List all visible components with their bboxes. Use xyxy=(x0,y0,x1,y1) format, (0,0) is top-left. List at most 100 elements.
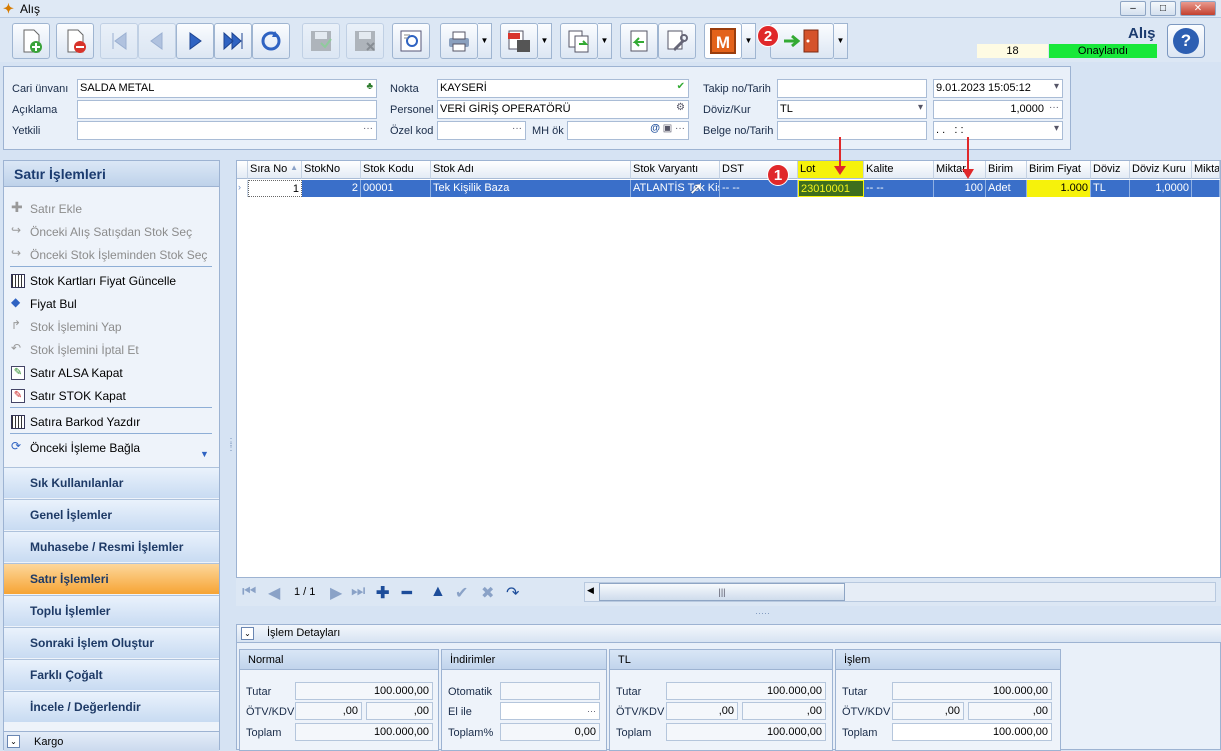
print-button[interactable] xyxy=(440,23,478,59)
col-header-stokno[interactable]: StokNo xyxy=(302,161,361,179)
nav-next-icon[interactable]: ▶ xyxy=(330,583,342,603)
cell-stokno[interactable]: 2 xyxy=(302,180,361,197)
tarih-field[interactable]: 9.01.2023 15:05:12 ▾ xyxy=(933,79,1063,98)
cell-stokkodu[interactable]: 00001 xyxy=(361,180,431,197)
first-record-button[interactable] xyxy=(100,23,138,59)
nav-genel-islemler[interactable]: Genel İşlemler xyxy=(4,499,219,530)
kur-field[interactable]: 1,0000 ··· xyxy=(933,100,1063,119)
action-fiyat-bul[interactable]: ◆ Fiyat Bul xyxy=(8,293,213,315)
cell-kalite[interactable]: -- -- xyxy=(864,180,934,197)
m-menu-dropdown[interactable]: ▼ xyxy=(742,23,756,59)
col-header-birim[interactable]: Birim xyxy=(986,161,1027,179)
save-button[interactable] xyxy=(302,23,340,59)
cell-birimfiyat[interactable]: 1.000 xyxy=(1027,180,1091,197)
help-button[interactable]: ? xyxy=(1167,24,1205,58)
nokta-field[interactable]: KAYSERİ ✔ xyxy=(437,79,689,98)
remove-row-icon[interactable]: ━ xyxy=(402,583,412,603)
cell-dst[interactable]: -- -- xyxy=(720,180,798,197)
col-header-stokadi[interactable]: Stok Adı xyxy=(431,161,631,179)
last-record-button[interactable] xyxy=(214,23,252,59)
scroll-down-icon[interactable]: ▼ xyxy=(200,449,209,459)
detail-splitter[interactable]: ····· xyxy=(755,608,770,618)
ellipsis-icon[interactable]: ··· xyxy=(1049,102,1059,113)
cell-lot[interactable]: 23010001 xyxy=(798,180,864,197)
doviz-select[interactable]: TL ▾ xyxy=(777,100,927,119)
refresh-button[interactable] xyxy=(252,23,290,59)
col-header-miktar2[interactable]: Miktar xyxy=(1192,161,1220,179)
delete-document-button[interactable] xyxy=(56,23,94,59)
previous-record-button[interactable] xyxy=(138,23,176,59)
action-satir-ekle[interactable]: ✚ Satır Ekle xyxy=(8,198,213,220)
expand-icon[interactable]: ⌄ xyxy=(7,735,20,748)
new-document-button[interactable] xyxy=(12,23,50,59)
nav-satir-islemleri[interactable]: Satır İşlemleri xyxy=(4,563,219,594)
indirim-elile[interactable]: ··· xyxy=(500,702,600,720)
pdf-button[interactable] xyxy=(500,23,538,59)
action-onceki-alis[interactable]: ↪ Önceki Alış Satışdan Stok Seç xyxy=(8,221,213,243)
nav-sik-kullanilanlar[interactable]: Sık Kullanılanlar xyxy=(4,467,219,498)
preview-button[interactable] xyxy=(392,23,430,59)
kargo-section[interactable]: ⌄ Kargo xyxy=(4,731,219,751)
nav-incele[interactable]: İncele / Değerlendir xyxy=(4,691,219,722)
minimize-button[interactable]: – xyxy=(1120,1,1146,16)
personel-field[interactable]: VERİ GİRİŞ OPERATÖRÜ ⚙ xyxy=(437,100,689,119)
col-header-dovizkuru[interactable]: Döviz Kuru xyxy=(1130,161,1192,179)
col-header-lot[interactable]: Lot xyxy=(798,161,864,179)
import-button[interactable] xyxy=(620,23,658,59)
aciklama-field[interactable] xyxy=(77,100,377,119)
mhok-field[interactable]: @ ▣ ··· xyxy=(567,121,689,140)
horizontal-scrollbar[interactable]: ◀ ||| xyxy=(584,582,1216,602)
col-header-doviz[interactable]: Döviz xyxy=(1091,161,1130,179)
scroll-left-icon[interactable]: ◀ xyxy=(587,585,594,596)
col-header-birimfiyat[interactable]: Birim Fiyat xyxy=(1027,161,1091,179)
maximize-button[interactable]: □ xyxy=(1150,1,1176,16)
action-stok-islemini-yap[interactable]: ↱ Stok İşlemini Yap xyxy=(8,316,213,338)
cell-stokadi[interactable]: Tek Kişilik Baza xyxy=(431,180,631,197)
cell-dovizkuru[interactable]: 1,0000 xyxy=(1130,180,1192,197)
m-menu-button[interactable]: M xyxy=(704,23,742,59)
action-barkod-yazdir[interactable]: Satıra Barkod Yazdır xyxy=(8,411,213,433)
cell-miktar2[interactable] xyxy=(1192,180,1220,197)
cell-sira[interactable]: 1 xyxy=(248,180,302,197)
nav-sonraki-islem[interactable]: Sonraki İşlem Oluştur xyxy=(4,627,219,658)
add-row-icon[interactable]: ✚ xyxy=(376,583,389,603)
cari-field[interactable]: SALDA METAL ♣ xyxy=(77,79,377,98)
takip-field[interactable] xyxy=(777,79,927,98)
pdf-dropdown[interactable]: ▼ xyxy=(538,23,552,59)
belge-field[interactable] xyxy=(777,121,927,140)
ellipsis-icon[interactable]: ··· xyxy=(512,123,522,134)
cancel-edit-icon[interactable]: ✖ xyxy=(481,583,494,603)
copy-dropdown[interactable]: ▼ xyxy=(598,23,612,59)
action-stok-kapat[interactable]: ✎ Satır STOK Kapat xyxy=(8,385,213,407)
details-header[interactable]: ⌄ İşlem Detayları xyxy=(237,625,1221,643)
action-onceki-stok[interactable]: ↪ Önceki Stok İşleminden Stok Seç xyxy=(8,244,213,266)
belge-tarih-field[interactable]: . . : : ▾ xyxy=(933,121,1063,140)
print-dropdown[interactable]: ▼ xyxy=(478,23,492,59)
cancel-save-button[interactable] xyxy=(346,23,384,59)
nav-prev-icon[interactable]: ◀ xyxy=(268,583,280,603)
cell-doviz[interactable]: TL xyxy=(1091,180,1130,197)
cell-birim[interactable]: Adet xyxy=(986,180,1027,197)
yetkili-field[interactable]: ··· xyxy=(77,121,377,140)
col-header-varyant[interactable]: Stok Varyantı xyxy=(631,161,720,179)
col-header-miktar[interactable]: Miktar xyxy=(934,161,986,179)
nav-muhasebe[interactable]: Muhasebe / Resmi İşlemler xyxy=(4,531,219,562)
close-button[interactable]: ✕ xyxy=(1180,1,1216,16)
nav-toplu-islemler[interactable]: Toplu İşlemler xyxy=(4,595,219,626)
cell-varyant[interactable]: ATLANTİS Tek Kiş xyxy=(631,180,720,197)
col-header-kalite[interactable]: Kalite xyxy=(864,161,934,179)
move-up-icon[interactable]: ▲ xyxy=(430,583,446,601)
confirm-icon[interactable]: ✔ xyxy=(455,583,468,603)
ellipsis-icon[interactable]: ··· xyxy=(363,123,373,134)
action-alsa-kapat[interactable]: ✎ Satır ALSA Kapat xyxy=(8,362,213,384)
cell-miktar[interactable]: 100 xyxy=(934,180,986,197)
splitter-handle[interactable]: ⋮ ⋮ xyxy=(226,438,236,453)
nav-first-icon[interactable]: ⏮ xyxy=(242,583,256,601)
copy-button[interactable] xyxy=(560,23,598,59)
nav-farkli-cogalt[interactable]: Farklı Çoğalt xyxy=(4,659,219,690)
nav-last-icon[interactable]: ⏭ xyxy=(351,583,365,601)
col-header-sira[interactable]: Sıra No ▲ xyxy=(248,161,302,179)
scroll-thumb[interactable]: ||| xyxy=(599,583,845,601)
ozelkod-field[interactable]: ··· xyxy=(437,121,526,140)
action-stok-iptal[interactable]: ↶ Stok İşlemini İptal Et xyxy=(8,339,213,361)
